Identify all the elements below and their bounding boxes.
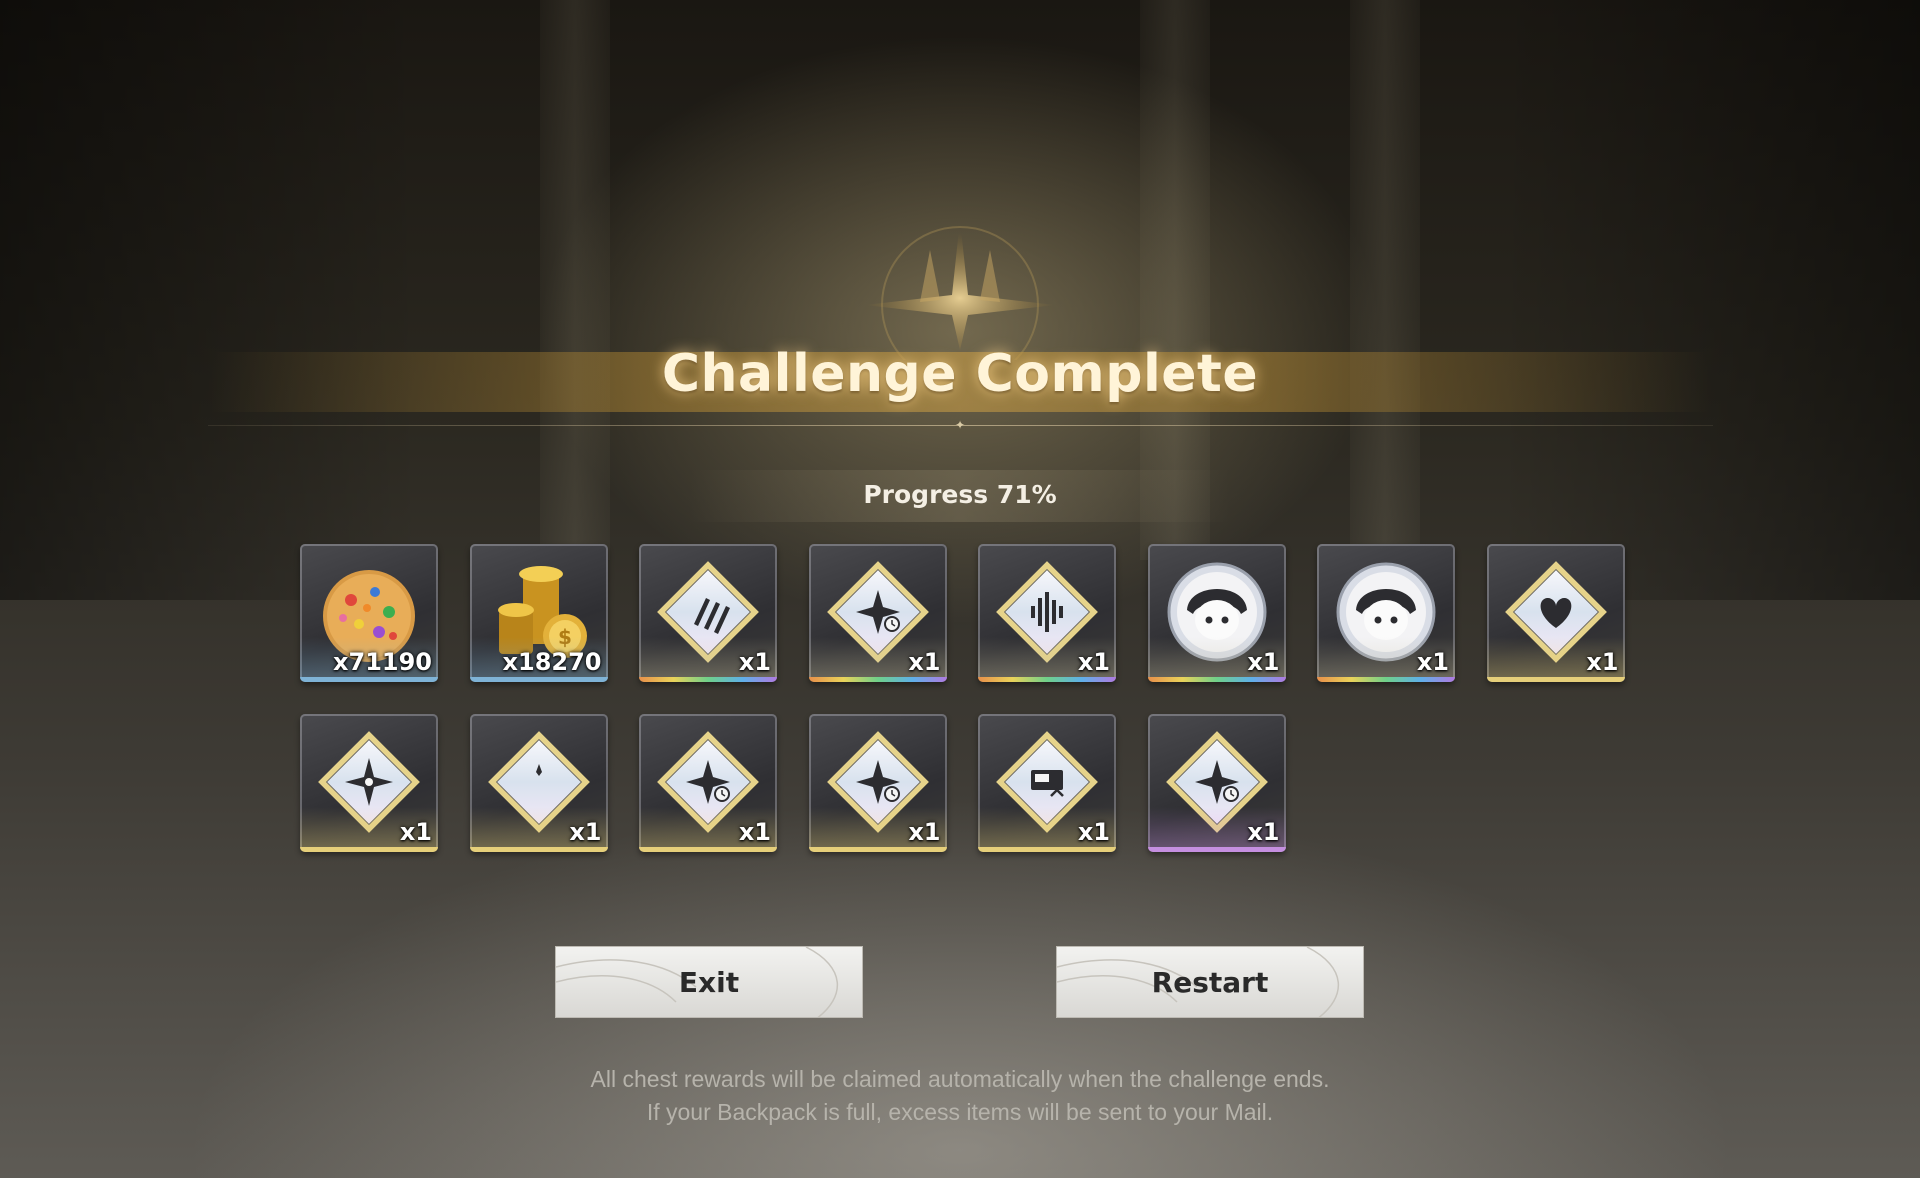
reward-quantity: x1 (569, 818, 602, 846)
rarity-bar (1486, 677, 1625, 682)
page-title: Challenge Complete (661, 344, 1259, 404)
starburst-ornament-icon (865, 220, 1055, 360)
reward-quantity: x1 (1077, 818, 1110, 846)
rarity-bar (469, 847, 608, 852)
reward-item[interactable]: x71190 (300, 544, 438, 682)
reward-quantity: x1 (1586, 648, 1619, 676)
reward-item[interactable]: x1 (1317, 544, 1455, 682)
background-shade-left (0, 0, 420, 600)
exit-button-label: Exit (678, 965, 740, 999)
info-note-line-1: All chest rewards will be claimed automa… (590, 1066, 1330, 1092)
reward-item[interactable]: x1 (639, 714, 777, 852)
background-pillar (1350, 0, 1420, 560)
rarity-bar (1317, 677, 1455, 682)
rarity-bar (808, 677, 947, 682)
reward-item[interactable]: x1 (469, 714, 608, 852)
reward-quantity: x1 (908, 648, 941, 676)
reward-quantity: x1 (1247, 818, 1280, 846)
reward-quantity: x1 (1247, 648, 1280, 676)
reward-quantity: x1 (399, 818, 432, 846)
divider-star-icon: ✦ (954, 418, 966, 432)
rarity-bar (1147, 847, 1286, 852)
rarity-bar (300, 677, 438, 682)
info-note-line-2: If your Backpack is full, excess items w… (646, 1099, 1274, 1125)
background-shade-right (1500, 0, 1920, 600)
rarity-bar (808, 847, 947, 852)
restart-button-label: Restart (1151, 965, 1269, 999)
reward-quantity: x1 (738, 818, 771, 846)
background-pillar (540, 0, 610, 560)
reward-item[interactable]: x1 (1147, 714, 1286, 852)
rarity-bar (978, 677, 1116, 682)
reward-item[interactable]: $x18270 (469, 544, 608, 682)
rarity-bar (978, 847, 1116, 852)
reward-quantity: x18270 (502, 648, 602, 676)
reward-quantity: x1 (738, 648, 771, 676)
reward-quantity: x1 (908, 818, 941, 846)
reward-item[interactable]: x1 (978, 714, 1116, 852)
restart-button[interactable]: Restart (1056, 946, 1364, 1018)
rarity-bar (639, 677, 777, 682)
reward-item[interactable]: x1 (1147, 544, 1286, 682)
exit-button[interactable]: Exit (555, 946, 863, 1018)
reward-quantity: x1 (1077, 648, 1110, 676)
reward-quantity: x71190 (333, 648, 432, 676)
reward-item[interactable]: x1 (808, 714, 947, 852)
reward-item[interactable]: x1 (1486, 544, 1625, 682)
reward-item[interactable]: x1 (300, 714, 438, 852)
reward-item[interactable]: x1 (639, 544, 777, 682)
reward-item[interactable]: x1 (978, 544, 1116, 682)
rarity-bar (300, 847, 438, 852)
progress-label: Progress 71% (863, 480, 1057, 509)
reward-item[interactable]: x1 (808, 544, 947, 682)
rarity-bar (639, 847, 777, 852)
reward-quantity: x1 (1416, 648, 1449, 676)
rarity-bar (469, 677, 608, 682)
rarity-bar (1147, 677, 1286, 682)
